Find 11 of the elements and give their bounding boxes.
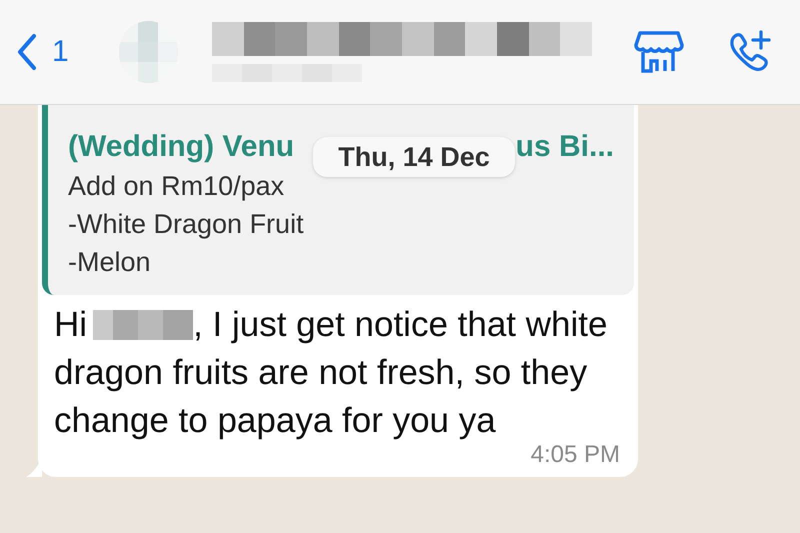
quoted-title: us Bi...: [516, 129, 614, 165]
store-icon[interactable]: [634, 30, 684, 74]
quoted-line: Add on Rm10/pax: [68, 170, 286, 203]
message-time: 4:05 PM: [530, 441, 620, 469]
message-text: Hi , I just get notice that white dragon fruits are not fresh, so they change to papaya for you ya: [53, 304, 608, 442]
quoted-title: (Wedding) Venu: [68, 129, 294, 165]
back-button[interactable]: 1: [16, 33, 69, 71]
back-chevron-icon: [16, 33, 38, 71]
quoted-line: -Melon: [68, 246, 152, 279]
date-pill: Thu, 14 Dec: [313, 137, 515, 177]
quoted-line: -White Dragon Fruit: [68, 208, 305, 241]
